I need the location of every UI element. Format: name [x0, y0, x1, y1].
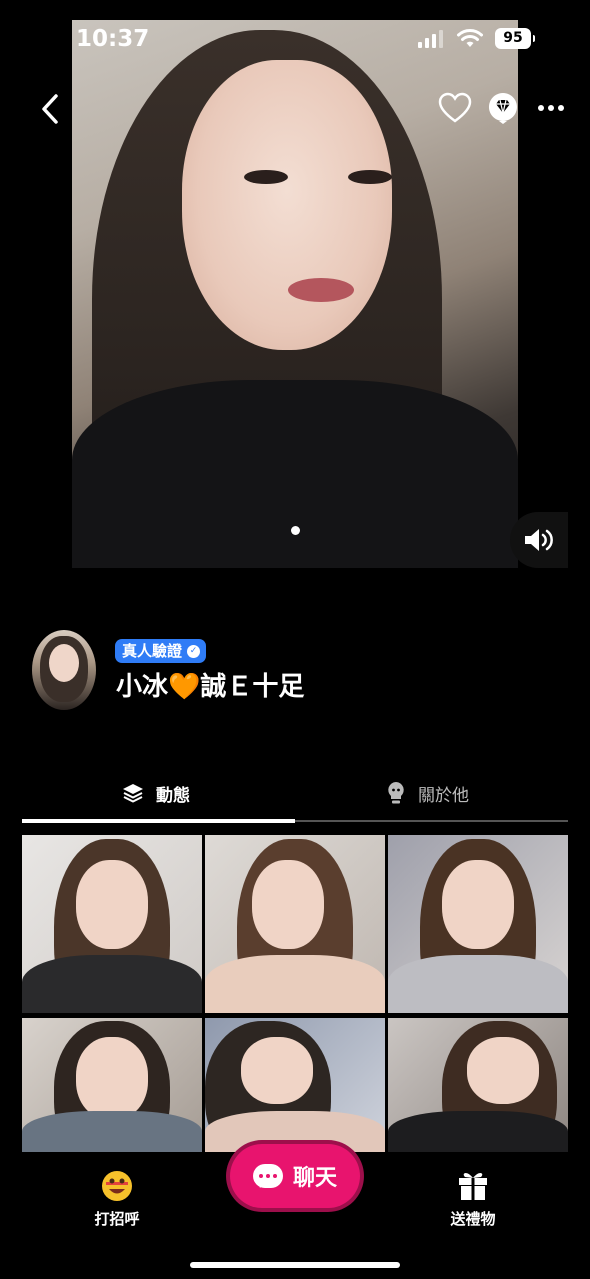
feed-photo[interactable]: [205, 835, 385, 1013]
greet-label: 打招呼: [94, 1210, 140, 1228]
status-time: 10:37: [76, 26, 150, 52]
speaker-icon: [525, 529, 553, 551]
send-gift-button[interactable]: 送禮物: [428, 1168, 518, 1229]
send-gift-label: 送禮物: [450, 1210, 496, 1228]
chevron-left-icon: [42, 94, 58, 124]
hero-eye-left: [244, 170, 288, 184]
hero-shirt: [72, 380, 518, 568]
tab-about[interactable]: 關於他: [386, 776, 469, 810]
verified-check-icon: ✓: [187, 645, 201, 658]
tab-moments-label: 動態: [156, 785, 190, 806]
hero-eye-right: [348, 170, 392, 184]
feed-photo[interactable]: [22, 1018, 202, 1152]
tab-about-label: 關於他: [418, 785, 469, 806]
more-options-button[interactable]: [538, 96, 564, 120]
layers-icon: [123, 784, 143, 803]
hero-lips: [288, 278, 354, 302]
vip-button[interactable]: [486, 90, 520, 126]
carousel-page-indicator: [291, 526, 300, 535]
tab-moments[interactable]: 動態: [122, 776, 190, 810]
diamond-badge-icon: [488, 93, 517, 124]
avatar-face: [49, 644, 79, 682]
feed-photo[interactable]: [388, 835, 568, 1013]
gift-icon: [459, 1172, 487, 1200]
chat-bubble-icon: [252, 1164, 283, 1188]
cellular-signal-icon: [418, 30, 444, 48]
home-indicator: [190, 1262, 400, 1268]
verified-badge-label: 真人驗證: [122, 642, 183, 660]
verified-badge: 真人驗證 ✓: [115, 639, 207, 663]
back-button[interactable]: [34, 90, 66, 128]
avatar[interactable]: [32, 630, 96, 710]
feed-photo[interactable]: [22, 835, 202, 1013]
status-bar: 10:37 95: [0, 0, 590, 56]
feed-photo[interactable]: [388, 1018, 568, 1152]
wifi-icon: [457, 29, 483, 47]
battery-icon: 95: [495, 28, 535, 49]
chat-button[interactable]: 聊天: [230, 1144, 360, 1208]
heart-icon: [438, 92, 472, 123]
hero-face-shape: [182, 60, 392, 350]
feed-photo[interactable]: [205, 1018, 385, 1152]
profile-username: 小冰🧡誠Ｅ十足: [116, 672, 305, 702]
chat-label: 聊天: [292, 1166, 337, 1191]
like-button[interactable]: [436, 90, 474, 126]
person-bulb-icon: [388, 782, 404, 804]
greet-button[interactable]: 打招呼: [72, 1168, 162, 1229]
smiling-face-icon: [102, 1171, 132, 1201]
active-tab-indicator: [22, 819, 295, 823]
sound-toggle-button[interactable]: [510, 512, 568, 568]
ellipsis-icon: [538, 105, 564, 111]
